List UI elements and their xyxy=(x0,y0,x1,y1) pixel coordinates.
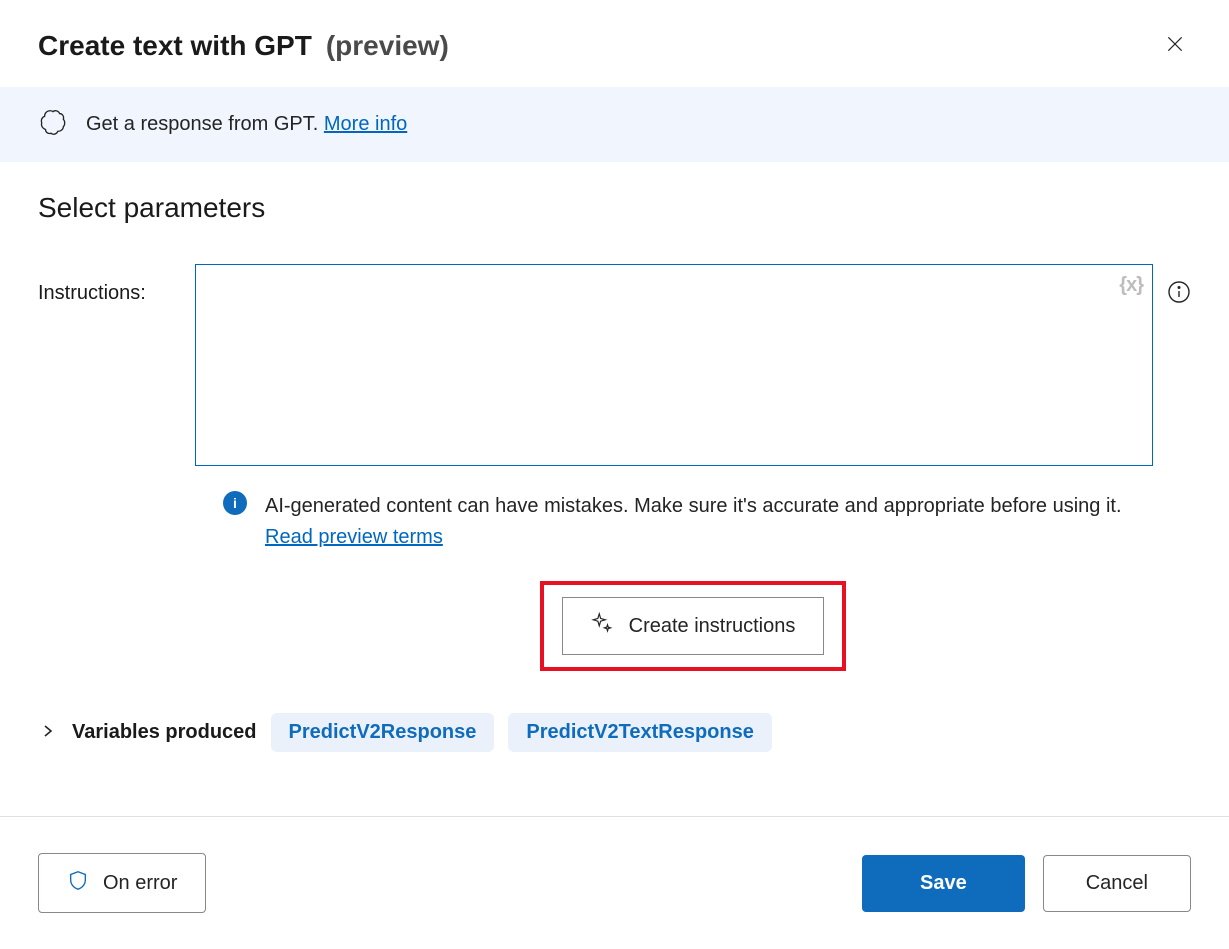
banner-text: Get a response from GPT. xyxy=(86,113,324,135)
save-button[interactable]: Save xyxy=(862,855,1025,912)
section-title: Select parameters xyxy=(38,192,1191,224)
on-error-button[interactable]: On error xyxy=(38,853,206,913)
on-error-label: On error xyxy=(103,872,177,895)
footer-actions: Save Cancel xyxy=(862,855,1191,912)
dialog-title-suffix: (preview) xyxy=(326,30,449,62)
dialog-body: Select parameters Instructions: {x} xyxy=(0,162,1229,816)
ai-disclaimer: i AI-generated content can have mistakes… xyxy=(195,471,1191,553)
textarea-wrap: {x} xyxy=(195,264,1153,471)
instructions-label: Instructions: xyxy=(38,264,183,305)
instructions-column: {x} i AI-generated content can have mist… xyxy=(195,264,1191,671)
dialog-title: Create text with GPT xyxy=(38,30,312,62)
shield-icon xyxy=(67,868,89,898)
instructions-input-wrap: {x} xyxy=(195,264,1191,471)
read-preview-terms-link[interactable]: Read preview terms xyxy=(265,526,443,548)
instructions-input[interactable] xyxy=(195,264,1153,466)
variable-chip-predictv2response[interactable]: PredictV2Response xyxy=(271,713,495,752)
chevron-right-icon xyxy=(40,723,56,742)
insert-variable-button[interactable]: {x} xyxy=(1119,274,1143,297)
info-icon xyxy=(1167,280,1191,307)
info-badge-icon: i xyxy=(223,491,247,515)
variable-chip-predictv2textresponse[interactable]: PredictV2TextResponse xyxy=(508,713,772,752)
dialog-footer: On error Save Cancel xyxy=(0,816,1229,949)
dialog-header: Create text with GPT (preview) xyxy=(0,0,1229,87)
instructions-info-button[interactable] xyxy=(1167,280,1191,307)
variable-icon: {x} xyxy=(1119,274,1143,296)
highlight-callout: Create instructions xyxy=(540,581,847,671)
sparkle-icon xyxy=(591,612,613,640)
more-info-link[interactable]: More info xyxy=(324,113,407,135)
variables-produced-label: Variables produced xyxy=(72,721,257,744)
title-wrap: Create text with GPT (preview) xyxy=(38,30,449,62)
dialog-create-text-with-gpt: Create text with GPT (preview) Get a res… xyxy=(0,0,1229,949)
create-instructions-button[interactable]: Create instructions xyxy=(562,597,825,655)
disclaimer-text: AI-generated content can have mistakes. … xyxy=(265,495,1122,517)
create-instructions-label: Create instructions xyxy=(629,615,796,638)
variables-expand-toggle[interactable] xyxy=(38,721,58,744)
banner-content: Get a response from GPT. More info xyxy=(86,113,407,136)
gpt-icon xyxy=(38,107,68,142)
disclaimer-text-wrap: AI-generated content can have mistakes. … xyxy=(265,491,1163,553)
info-banner: Get a response from GPT. More info xyxy=(0,87,1229,162)
variables-produced-row: Variables produced PredictV2Response Pre… xyxy=(38,713,1191,752)
param-row-instructions: Instructions: {x} xyxy=(38,264,1191,671)
close-icon xyxy=(1165,34,1185,57)
create-instructions-wrap: Create instructions xyxy=(195,581,1191,671)
close-button[interactable] xyxy=(1159,28,1191,63)
cancel-button[interactable]: Cancel xyxy=(1043,855,1191,912)
